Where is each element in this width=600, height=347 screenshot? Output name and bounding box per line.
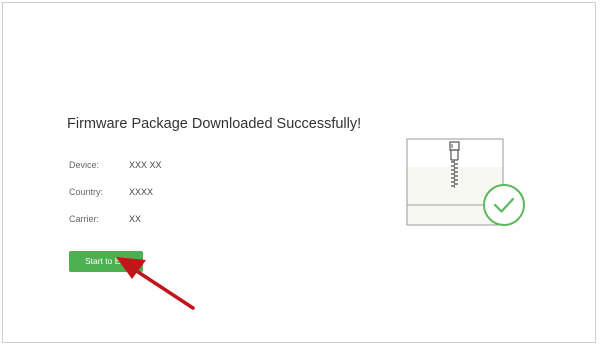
carrier-label: Carrier: xyxy=(69,214,100,224)
page-title: Firmware Package Downloaded Successfully… xyxy=(67,116,362,132)
carrier-value: XX xyxy=(129,214,142,224)
device-value: XXX XX xyxy=(129,160,162,170)
device-label: Device: xyxy=(69,160,100,170)
start-to-extract-button[interactable]: Start to Ext xyxy=(69,251,143,272)
zip-archive-illustration xyxy=(406,138,525,226)
country-value: XXXX xyxy=(129,187,154,197)
check-circle-icon xyxy=(483,184,525,226)
main-panel: Firmware Package Downloaded Successfully… xyxy=(2,2,596,343)
country-label: Country: xyxy=(69,187,104,197)
